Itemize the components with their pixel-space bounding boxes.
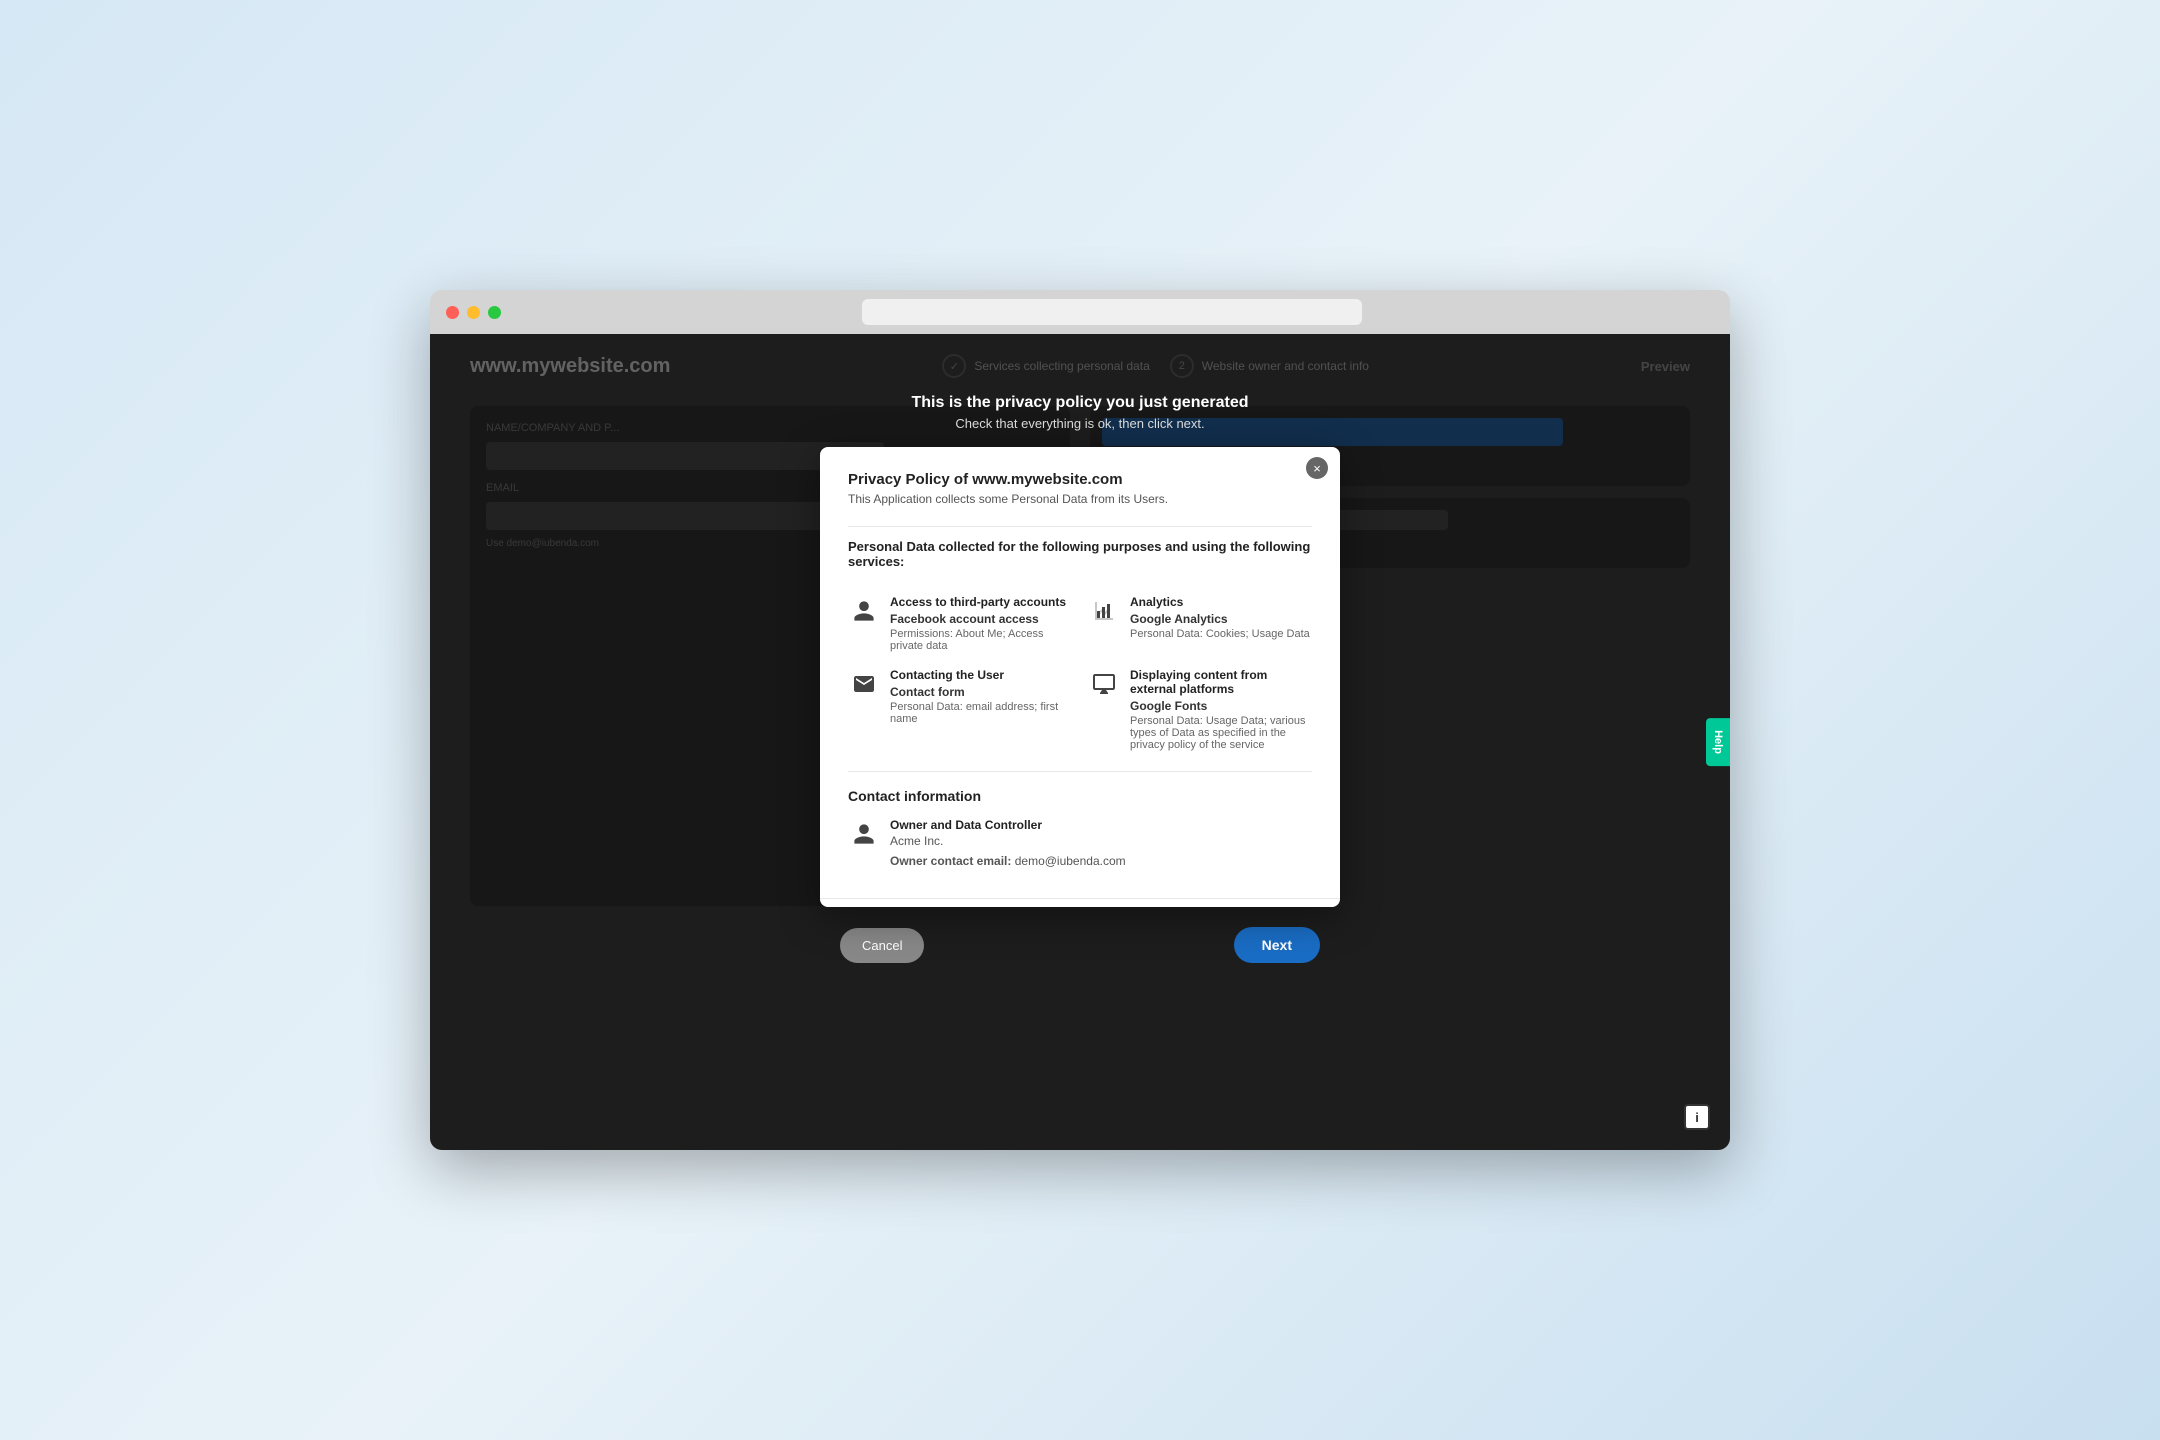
service-name-analytics: Google Analytics — [1130, 612, 1310, 626]
person-icon — [848, 595, 880, 627]
modal-close-button[interactable]: × — [1306, 457, 1328, 479]
service-item-facebook: Access to third-party accounts Facebook … — [848, 595, 1072, 652]
display-icon — [1088, 668, 1120, 700]
services-section-header: Personal Data collected for the followin… — [848, 526, 1312, 583]
service-desc-fonts: Personal Data: Usage Data; various types… — [1130, 715, 1312, 751]
modal-subtitle: This Application collects some Personal … — [848, 492, 1312, 506]
service-info-analytics: Analytics Google Analytics Personal Data… — [1130, 595, 1310, 640]
modal-title: Privacy Policy of www.mywebsite.com — [848, 471, 1312, 488]
service-category-analytics: Analytics — [1130, 595, 1310, 609]
modal-body: Privacy Policy of www.mywebsite.com This… — [820, 447, 1340, 898]
service-category-fonts: Displaying content from external platfor… — [1130, 668, 1312, 696]
service-name-contact: Contact form — [890, 685, 1072, 699]
owner-person-icon — [848, 818, 880, 850]
contact-owner: Owner and Data Controller Acme Inc. Owne… — [848, 818, 1312, 868]
modal-site-name: www.mywebsite.com — [972, 471, 1122, 488]
overlay-subtitle: Check that everything is ok, then click … — [955, 416, 1204, 431]
close-window-button[interactable] — [446, 306, 459, 319]
browser-titlebar — [430, 290, 1730, 334]
service-info-contact: Contacting the User Contact form Persona… — [890, 668, 1072, 725]
owner-title: Owner and Data Controller — [890, 818, 1126, 832]
cancel-button[interactable]: Cancel — [840, 928, 924, 963]
privacy-policy-modal: × Privacy Policy of www.mywebsite.com Th… — [820, 447, 1340, 907]
minimize-window-button[interactable] — [467, 306, 480, 319]
service-desc-analytics: Personal Data: Cookies; Usage Data — [1130, 628, 1310, 640]
modal-title-prefix: Privacy Policy of — [848, 471, 972, 488]
chart-icon — [1088, 595, 1120, 627]
service-item-fonts: Displaying content from external platfor… — [1088, 668, 1312, 751]
info-badge[interactable]: i — [1684, 1104, 1710, 1130]
service-info-facebook: Access to third-party accounts Facebook … — [890, 595, 1072, 652]
services-grid: Access to third-party accounts Facebook … — [848, 595, 1312, 751]
contact-title: Contact information — [848, 788, 1312, 804]
service-desc-facebook: Permissions: About Me; Access private da… — [890, 628, 1072, 652]
owner-email: Owner contact email: demo@iubenda.com — [890, 854, 1126, 868]
service-item-contact: Contacting the User Contact form Persona… — [848, 668, 1072, 751]
maximize-window-button[interactable] — [488, 306, 501, 319]
service-item-analytics: Analytics Google Analytics Personal Data… — [1088, 595, 1312, 652]
owner-info: Owner and Data Controller Acme Inc. Owne… — [890, 818, 1126, 868]
browser-window: www.mywebsite.com ✓ Services collecting … — [430, 290, 1730, 1150]
service-name-facebook: Facebook account access — [890, 612, 1072, 626]
service-category-facebook: Access to third-party accounts — [890, 595, 1072, 609]
modal-overlay: This is the privacy policy you just gene… — [430, 334, 1730, 1150]
help-tab[interactable]: Help — [1706, 718, 1730, 766]
email-label: Owner contact email: — [890, 854, 1011, 868]
service-info-fonts: Displaying content from external platfor… — [1130, 668, 1312, 751]
next-button[interactable]: Next — [1234, 927, 1320, 963]
service-desc-contact: Personal Data: email address; first name — [890, 701, 1072, 725]
service-category-contact: Contacting the User — [890, 668, 1072, 682]
overlay-title: This is the privacy policy you just gene… — [912, 394, 1249, 412]
modal-footer: Latest update: October 09, 2020 iubenda … — [820, 898, 1340, 907]
owner-company: Acme Inc. — [890, 834, 1126, 848]
modal-action-buttons: Cancel Next — [820, 927, 1340, 963]
contact-section: Contact information Owner and Data Contr… — [848, 771, 1312, 868]
envelope-icon — [848, 668, 880, 700]
url-bar[interactable] — [862, 299, 1362, 325]
email-value: demo@iubenda.com — [1015, 854, 1126, 868]
browser-content: www.mywebsite.com ✓ Services collecting … — [430, 334, 1730, 1150]
service-name-fonts: Google Fonts — [1130, 699, 1312, 713]
